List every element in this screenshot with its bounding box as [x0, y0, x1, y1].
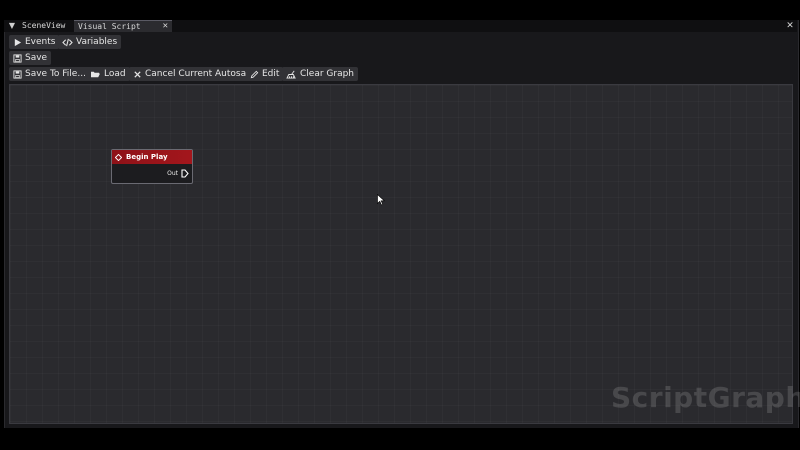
edit-button-label: Edit [262, 69, 280, 79]
begin-play-node[interactable]: Begin Play Out [111, 149, 193, 184]
load-button-label: Load [104, 69, 126, 79]
output-pin-label: Out [167, 170, 178, 177]
folder-open-icon [89, 69, 101, 79]
tab-menu-icon[interactable]: ▼ [7, 20, 17, 32]
node-title: Begin Play [126, 153, 168, 161]
save-button[interactable]: Save [9, 51, 52, 65]
broom-icon [285, 69, 297, 79]
edit-button[interactable]: Edit [246, 67, 284, 81]
tab-close-icon[interactable]: ✕ [163, 21, 168, 32]
floppy-disk-icon [12, 69, 22, 79]
variables-button-label: Variables [76, 37, 118, 47]
cancel-autosave-button-label: Cancel Current Autosave [145, 69, 257, 79]
tab-sceneview-label: SceneView [22, 21, 66, 30]
exec-output-pin-icon[interactable] [181, 169, 189, 178]
clear-graph-button[interactable]: Clear Graph [282, 67, 359, 81]
mouse-cursor-icon [377, 194, 385, 206]
close-icon [132, 69, 142, 79]
floppy-disk-icon [12, 53, 22, 63]
cancel-autosave-button[interactable]: Cancel Current Autosave [129, 67, 261, 81]
node-header[interactable]: Begin Play [112, 150, 192, 164]
events-button[interactable]: Events [9, 35, 60, 49]
variables-button[interactable]: Variables [58, 35, 122, 49]
load-button[interactable]: Load [86, 67, 130, 81]
window-close-icon[interactable]: ✕ [784, 20, 796, 32]
save-button-label: Save [25, 53, 48, 63]
graph-canvas[interactable]: Begin Play Out ScriptGraph [9, 84, 800, 424]
events-button-label: Events [25, 37, 56, 47]
save-to-file-button-label: Save To File... [25, 69, 86, 79]
play-icon [12, 37, 22, 47]
code-icon [61, 37, 73, 47]
tab-sceneview[interactable]: SceneView [18, 20, 72, 32]
pencil-icon [249, 69, 259, 79]
scriptgraph-watermark: ScriptGraph [611, 381, 800, 414]
save-to-file-button[interactable]: Save To File... [9, 67, 90, 81]
tab-visual-script-editor[interactable]: Visual Script Editor ✕ [74, 20, 172, 43]
clear-graph-button-label: Clear Graph [300, 69, 355, 79]
event-diamond-icon [115, 153, 122, 161]
